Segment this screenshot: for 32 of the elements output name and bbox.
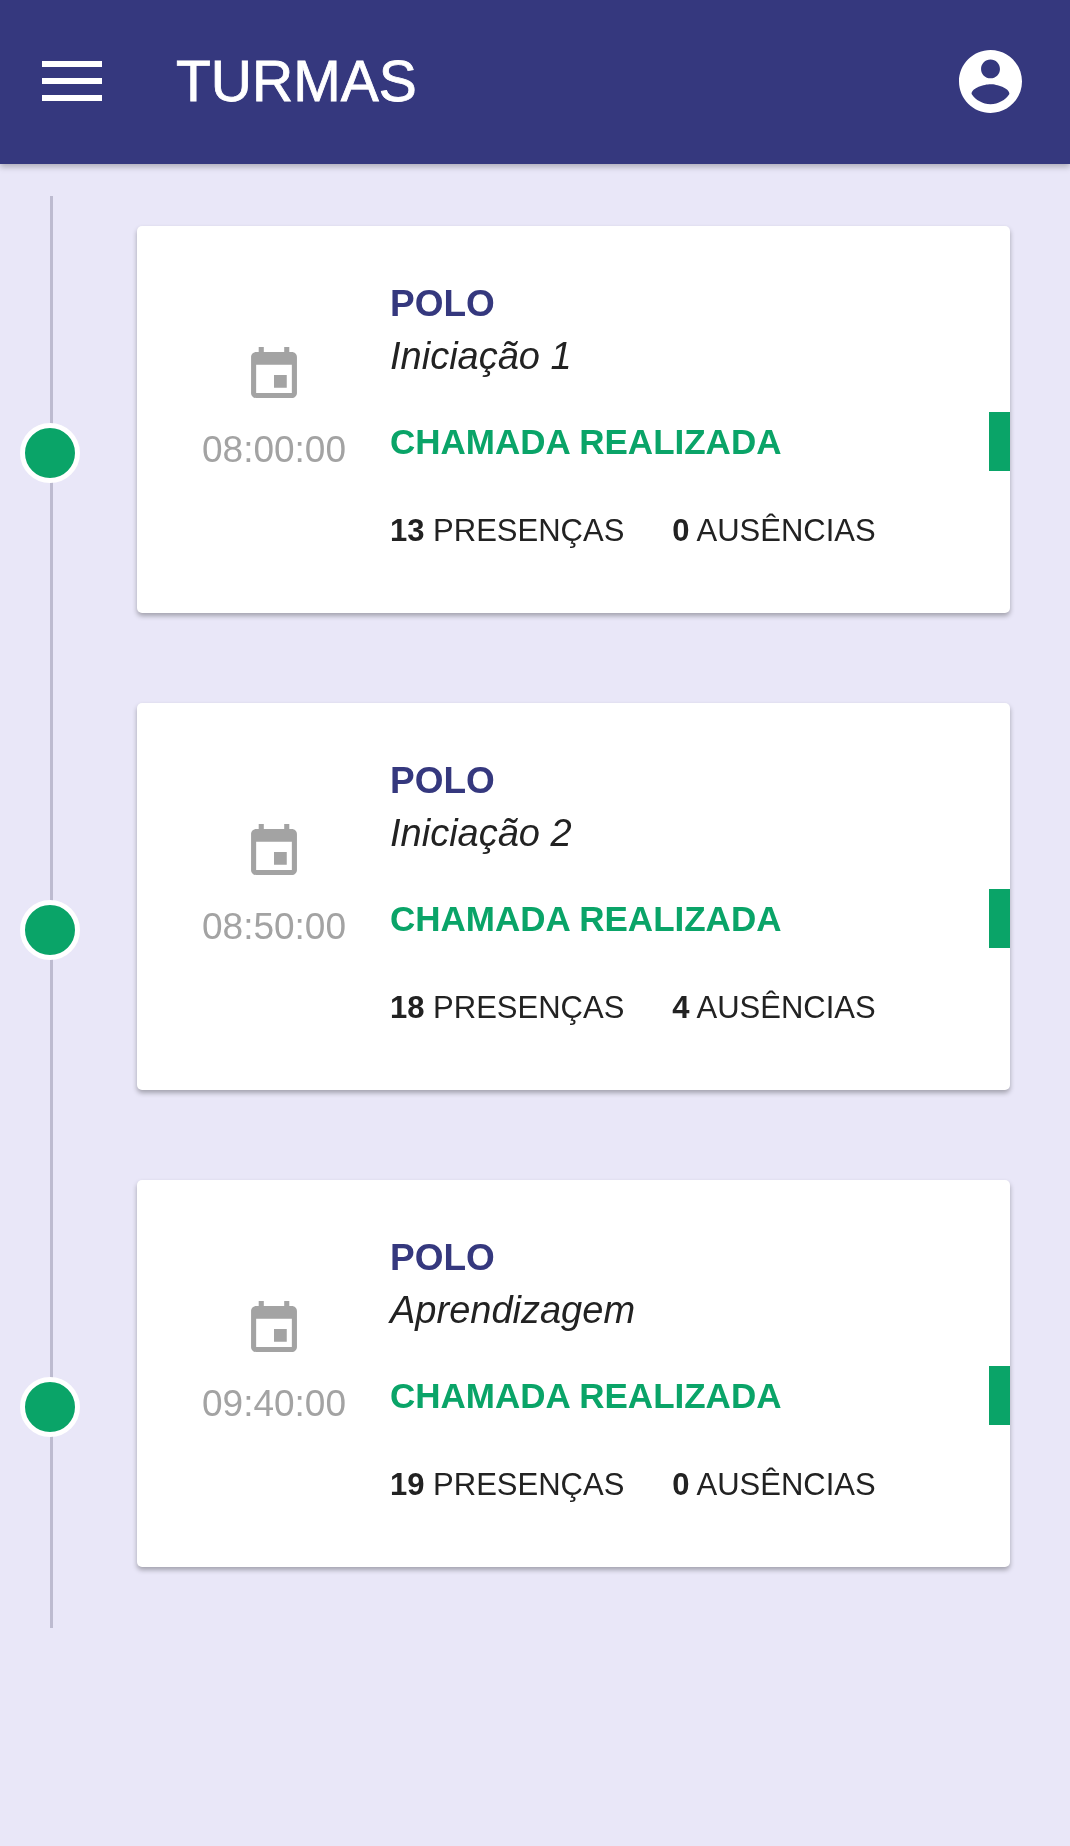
menu-icon: [42, 61, 102, 101]
presence-count: 19 PRESENÇAS: [390, 1466, 625, 1504]
page-title: TURMAS: [176, 48, 417, 114]
class-name: Aprendizagem: [390, 1288, 636, 1333]
attendance-status: CHAMADA REALIZADA: [390, 1374, 782, 1417]
class-time: 09:40:00: [202, 1382, 346, 1426]
attendance-status: CHAMADA REALIZADA: [390, 897, 782, 940]
class-category: POLO: [390, 759, 495, 803]
status-marker: [989, 889, 1010, 948]
attendance-status: CHAMADA REALIZADA: [390, 420, 782, 463]
status-marker: [989, 412, 1010, 471]
class-time: 08:00:00: [202, 428, 346, 472]
absence-count: 0 AUSÊNCIAS: [672, 1466, 876, 1504]
calendar-icon: [251, 824, 297, 875]
absence-count: 4 AUSÊNCIAS: [672, 989, 876, 1027]
calendar-icon: [251, 1301, 297, 1352]
class-card[interactable]: 09:40:00 POLO Aprendizagem CHAMADA REALIZADA 19 PRESENÇAS 0 AUSÊNCIAS: [137, 1180, 1010, 1567]
presence-count: 18 PRESENÇAS: [390, 989, 625, 1027]
status-marker: [989, 1366, 1010, 1425]
account-button[interactable]: [959, 49, 1022, 113]
menu-button[interactable]: [42, 61, 102, 101]
class-category: POLO: [390, 282, 495, 326]
class-name: Iniciação 2: [390, 811, 572, 856]
class-name: Iniciação 1: [390, 334, 572, 379]
class-time: 08:50:00: [202, 905, 346, 949]
account-icon: [959, 49, 1022, 113]
presence-count: 13 PRESENÇAS: [390, 512, 625, 550]
class-category: POLO: [390, 1236, 495, 1280]
class-card[interactable]: 08:00:00 POLO Iniciação 1 CHAMADA REALIZADA 13 PRESENÇAS 0 AUSÊNCIAS: [137, 226, 1010, 613]
calendar-icon: [251, 347, 297, 398]
absence-count: 0 AUSÊNCIAS: [672, 512, 876, 550]
class-card[interactable]: 08:50:00 POLO Iniciação 2 CHAMADA REALIZADA 18 PRESENÇAS 4 AUSÊNCIAS: [137, 703, 1010, 1090]
